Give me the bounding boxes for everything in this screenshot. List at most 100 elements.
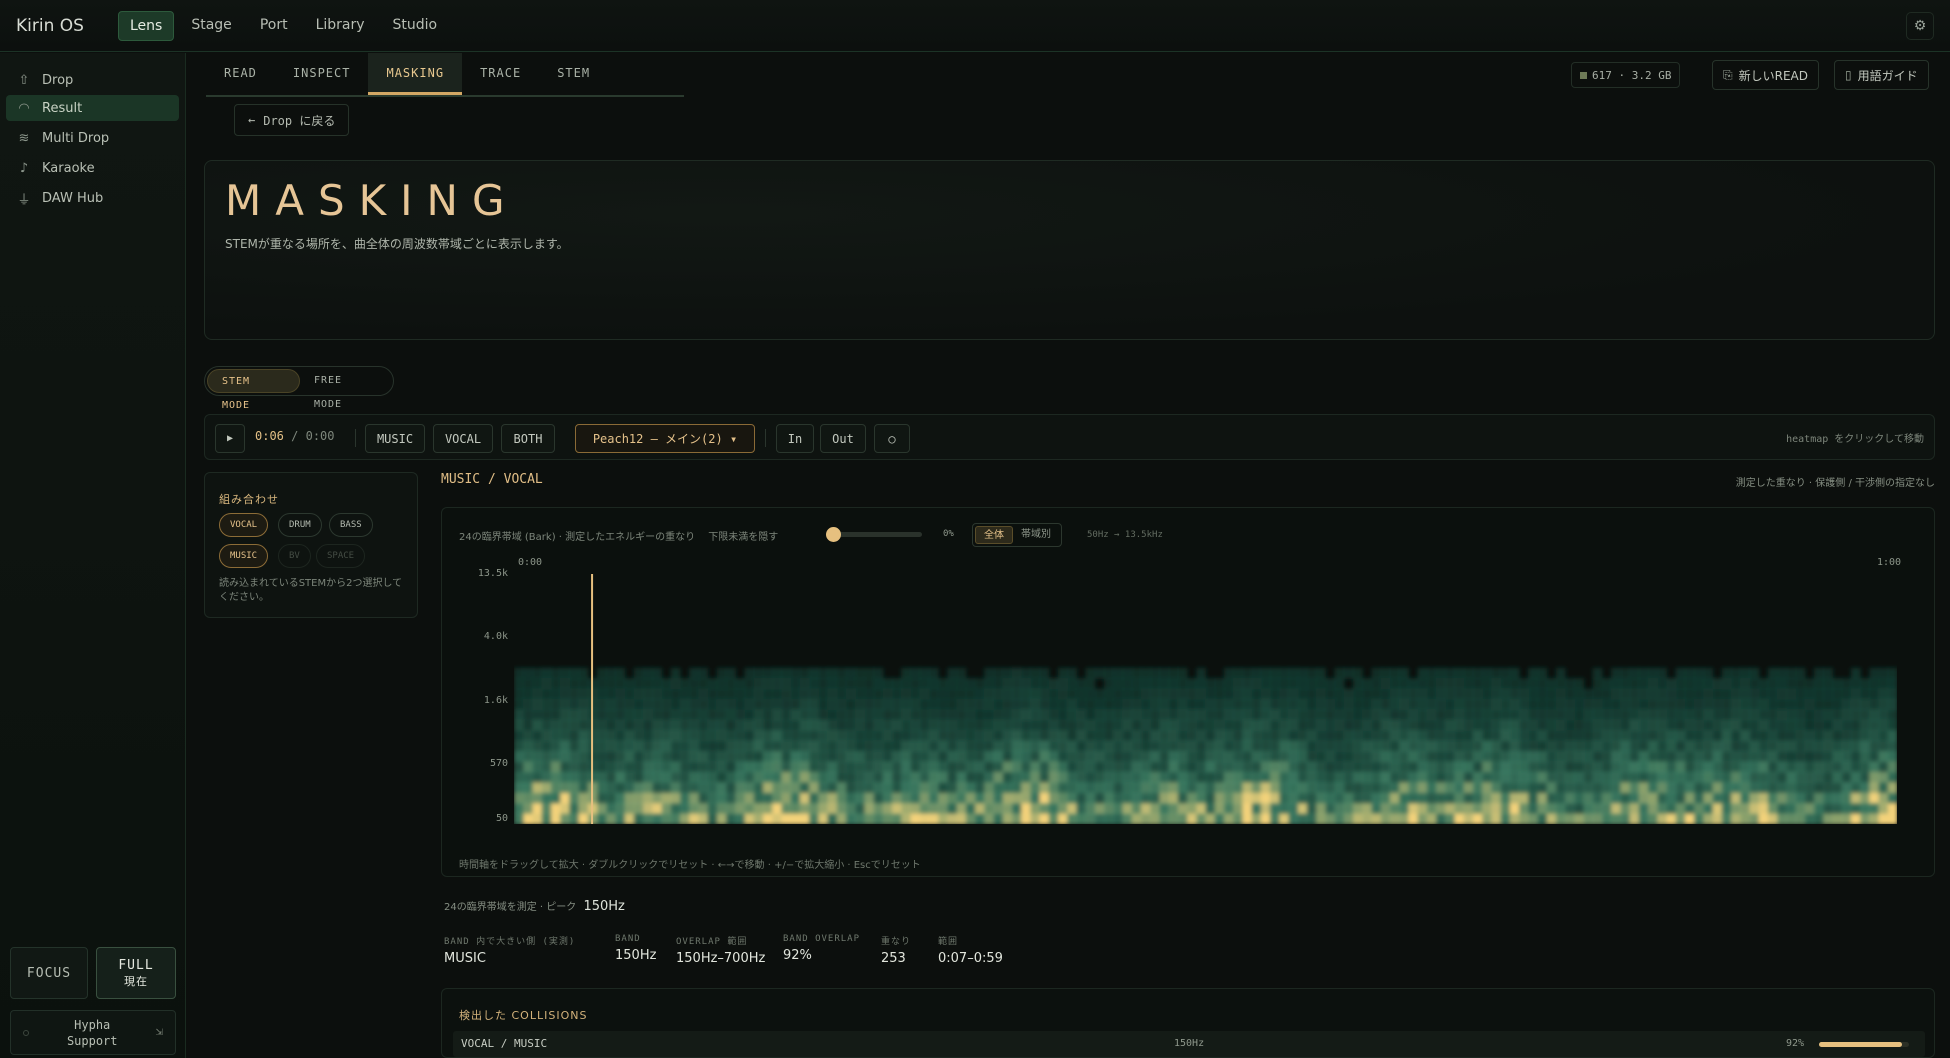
chip-music[interactable]: MUSIC [219,544,269,568]
heatmap-canvas[interactable] [514,574,1897,824]
heatmap-cell [790,688,801,700]
heatmap-cell [735,740,746,752]
in-button[interactable]: In [776,424,814,453]
nav-studio[interactable]: Studio [382,11,449,41]
heatmap-cell [1214,792,1225,804]
music-button[interactable]: MUSIC [365,424,425,453]
heatmap-cell [1306,751,1317,763]
heatmap-cell [652,792,663,804]
heatmap-cell [1141,688,1151,700]
heatmap-cell [1850,792,1861,804]
heatmap-cell [772,667,782,679]
heatmap-cell [1325,699,1336,710]
heatmap-cell [1611,719,1621,731]
heatmap-cell [523,792,533,804]
heatmap-cell [1841,782,1852,794]
sidebar-item-daw-hub[interactable]: ⏚ DAW Hub [6,185,179,211]
heatmap-cell [1721,740,1732,752]
sidebar-item-label: Drop [42,72,74,88]
heatmap-cell [1648,761,1658,773]
heatmap-cell [1832,730,1843,742]
heatmap-cell [1177,813,1188,824]
upload-icon: ⇧ [18,72,30,88]
new-read-button[interactable]: ⎘ 新しいREAD [1712,60,1819,90]
preset-select[interactable]: Peach12 – メイン(2) ▾ [575,424,755,453]
heatmap-cell [1758,803,1769,815]
seg-band-button[interactable]: 帯域別 [1013,526,1059,544]
heatmap-cell [975,730,985,742]
collision-row[interactable]: VOCAL / MUSIC 150Hz 92% [453,1031,1925,1057]
heatmap-cell [1371,699,1382,710]
heatmap-cell [1436,813,1446,824]
heatmap-cell [892,740,902,752]
heatmap-cell [1786,719,1797,731]
heatmap-cell [1684,678,1695,690]
heatmap-cell [735,699,746,710]
heatmap-cell [1767,792,1778,804]
heatmap-cell [1002,803,1013,815]
vocal-button[interactable]: VOCAL [433,424,493,453]
sidebar-item-result[interactable]: ◠ Result [6,95,179,121]
heatmap-cell [1288,792,1299,804]
sidebar-item-multi-drop[interactable]: ≋ Multi Drop [6,125,179,151]
sidebar-item-karaoke[interactable]: ♪ Karaoke [6,155,179,181]
sidebar-item-drop[interactable]: ⇧ Drop [6,67,179,93]
stem-mode-button[interactable]: STEM MODE [207,369,300,411]
heatmap-cell [1408,792,1419,804]
glossary-button[interactable]: ▯ 用語ガイド [1834,60,1929,90]
loop-button[interactable]: ○ [874,424,910,453]
chip-vocal[interactable]: VOCAL [219,513,269,537]
heatmap-cell [873,730,884,742]
chip-space[interactable]: SPACE [316,544,366,568]
tab-masking[interactable]: MASKING [368,53,463,95]
tab-stem[interactable]: STEM [539,53,608,95]
nav-port[interactable]: Port [249,11,299,41]
heatmap-cell [1786,792,1797,804]
heatmap-cell [1786,699,1797,710]
nav-library[interactable]: Library [305,11,376,41]
heatmap-cell [1638,761,1649,773]
heatmap-cell [836,699,847,710]
tab-trace[interactable]: TRACE [462,53,539,95]
heatmap-cell [1306,803,1317,815]
heatmap-cell [1555,813,1566,824]
both-button[interactable]: BOTH [501,424,555,453]
heatmap-cell [1426,792,1437,804]
heatmap-cell [1058,719,1068,731]
nav-stage[interactable]: Stage [180,11,242,41]
heatmap-cell [1445,699,1455,710]
heatmap-cell [928,803,939,815]
tab-inspect[interactable]: INSPECT [275,53,369,95]
slider-knob[interactable] [826,527,841,542]
chip-drum[interactable]: DRUM [278,513,322,537]
back-button[interactable]: ← Drop に戻る [234,104,350,136]
play-button[interactable]: ▶ [215,424,245,453]
support-button[interactable]: Hypha Support ⇲ [10,1010,176,1055]
heatmap-cell [1288,678,1299,690]
tab-read[interactable]: READ [206,53,275,95]
threshold-slider[interactable] [826,527,922,542]
chip-bv[interactable]: BV [278,544,311,568]
heatmap-cell [1860,771,1870,783]
heatmap-cell [670,751,681,763]
heatmap-cell [1823,709,1833,721]
heatmap-cell [1076,719,1087,731]
settings-gear-icon[interactable]: ⚙ [1906,12,1934,40]
focus-button[interactable]: FOCUS [10,947,88,999]
nav-lens[interactable]: Lens [118,10,175,41]
heatmap-cell [993,688,1004,700]
heatmap-cell [1638,751,1649,763]
heatmap-cell [670,688,681,700]
heatmap-cell [1694,782,1704,794]
heatmap-cell [1279,792,1290,804]
page-subtitle: STEMが重なる場所を、曲全体の周波数帯域ごとに表示します。 [225,237,569,251]
free-mode-button[interactable]: FREE MODE [300,369,391,410]
chip-bass[interactable]: BASS [329,513,373,537]
heatmap-cell [919,751,930,763]
heatmap-cell [965,688,976,700]
out-button[interactable]: Out [820,424,866,453]
heatmap-cell [1002,699,1013,710]
seg-all-button[interactable]: 全体 [975,526,1013,544]
heatmap-cell [1823,761,1833,773]
full-button[interactable]: FULL 現在 [96,947,176,999]
